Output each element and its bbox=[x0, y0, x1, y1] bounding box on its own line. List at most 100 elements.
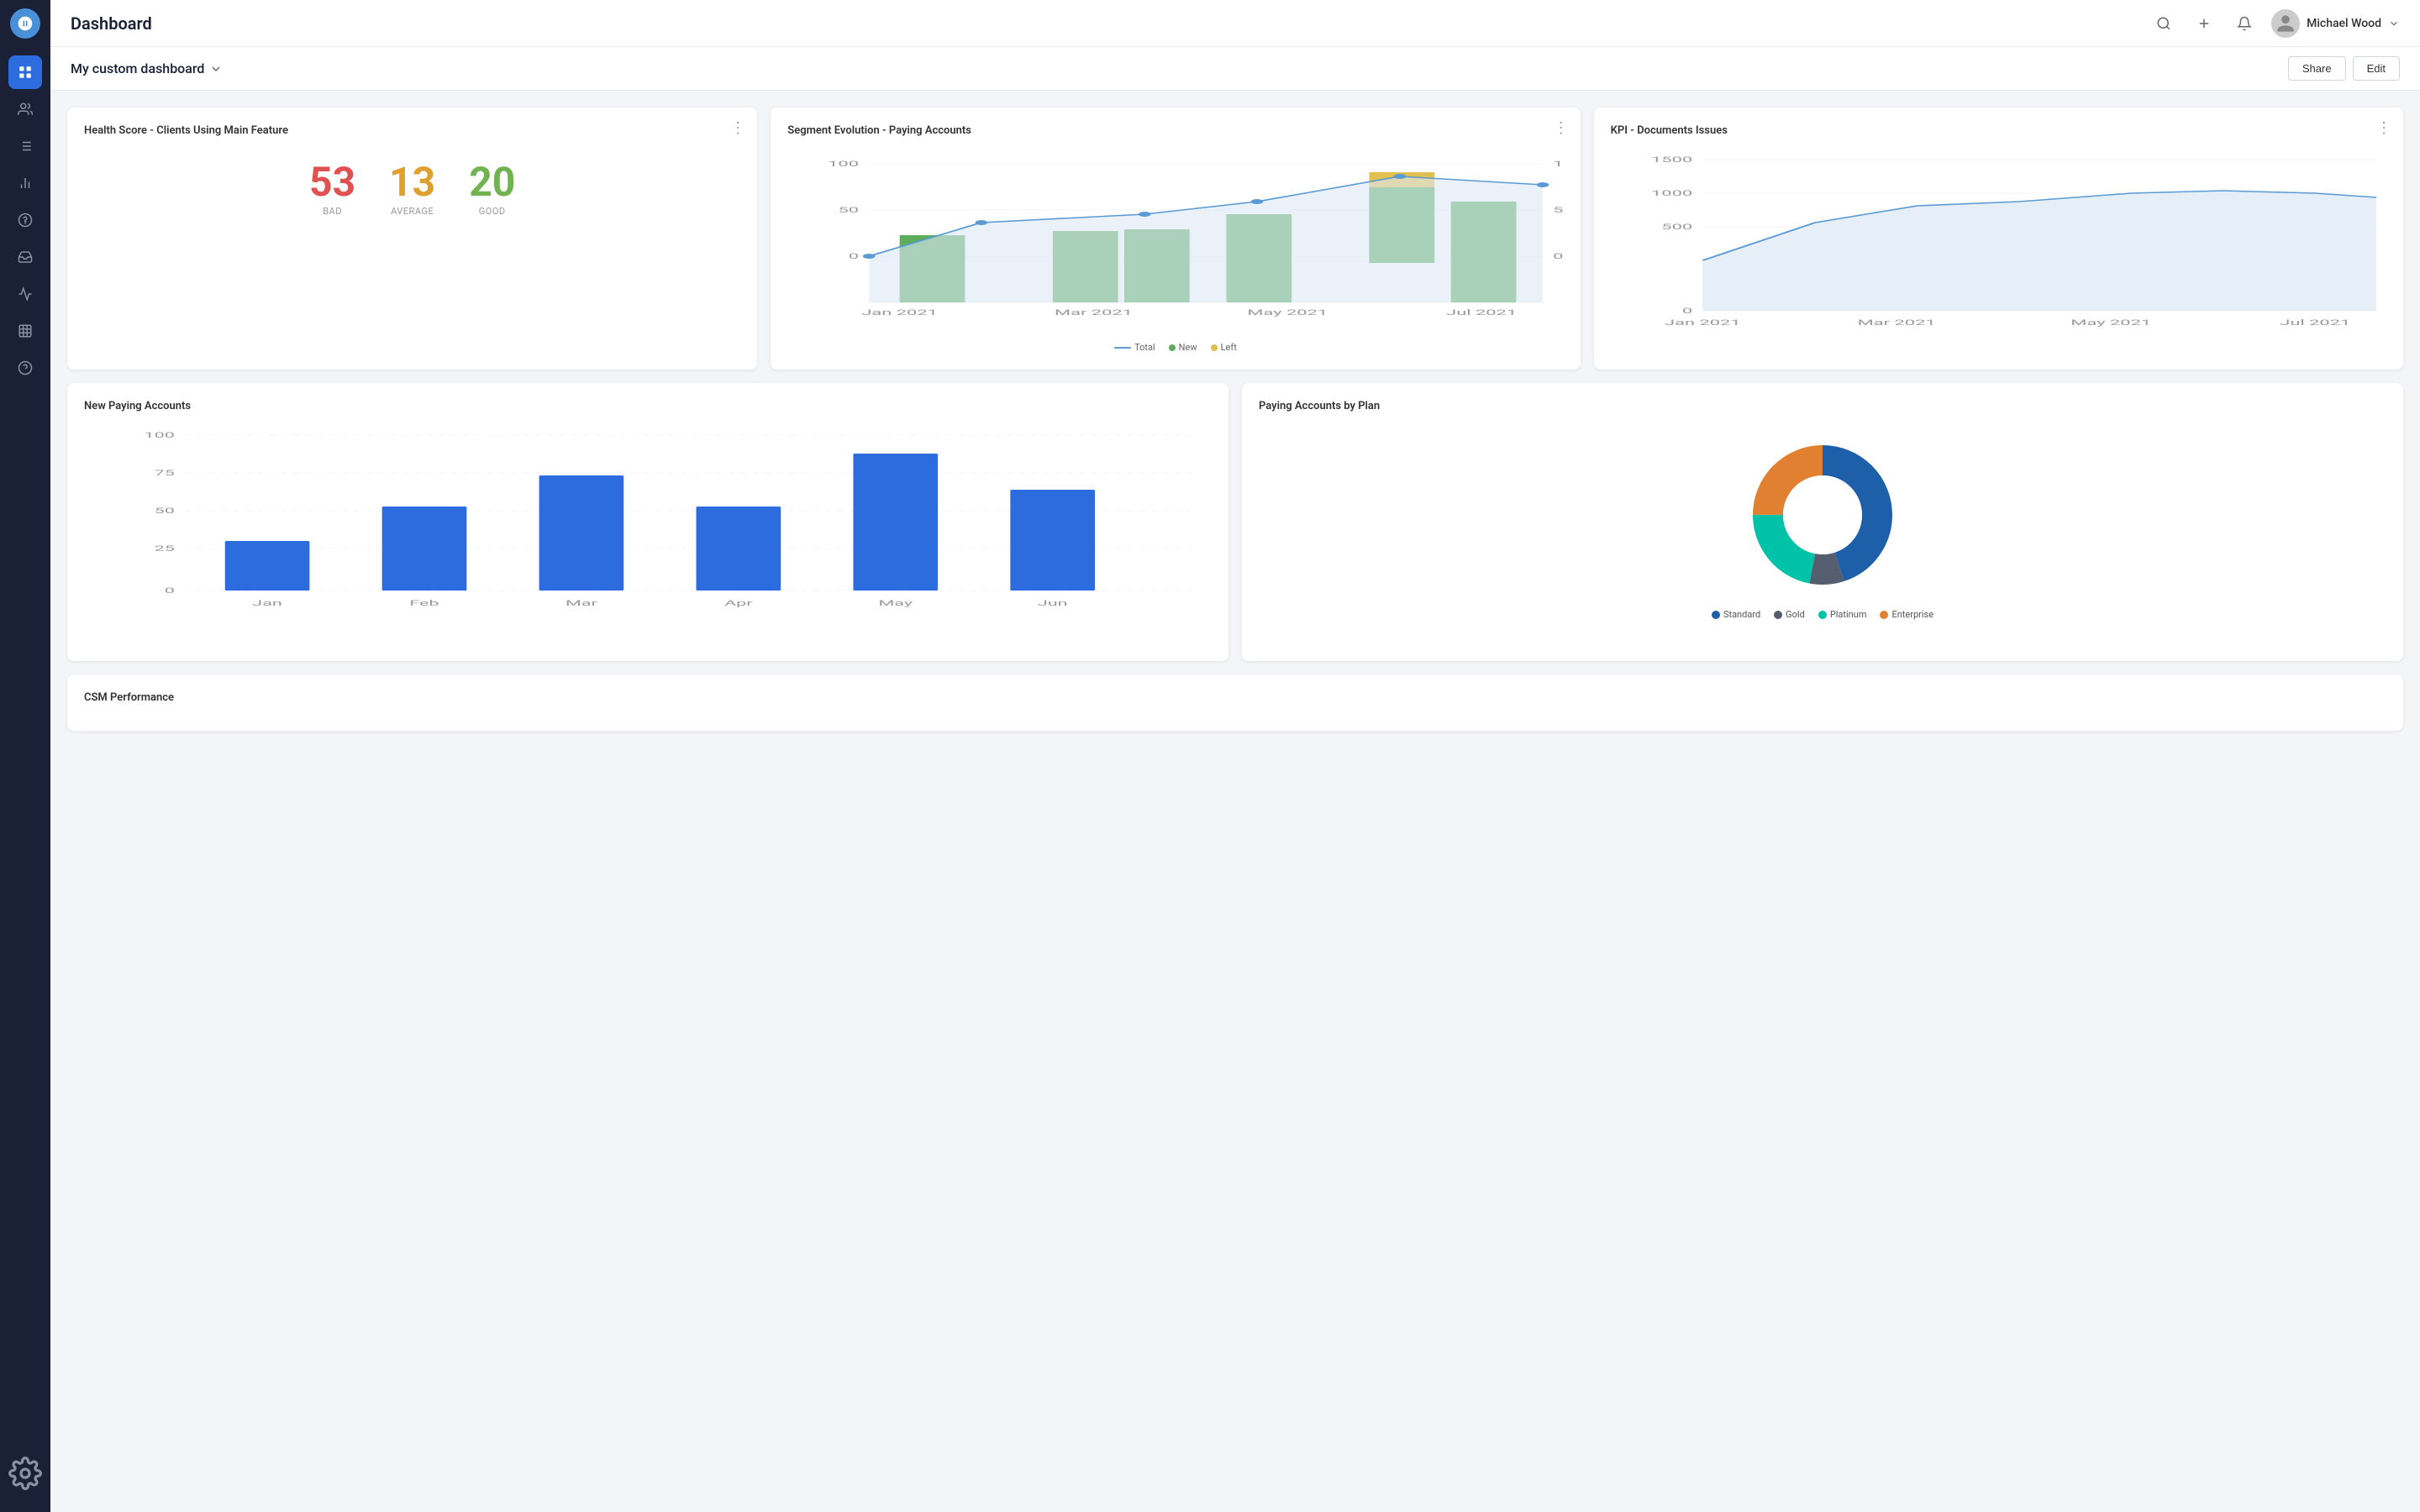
good-label: GOOD bbox=[469, 206, 515, 217]
add-button[interactable] bbox=[2191, 10, 2217, 37]
svg-text:1000: 1000 bbox=[1651, 189, 1692, 198]
svg-text:75: 75 bbox=[155, 469, 175, 477]
health-score-title: Health Score - Clients Using Main Featur… bbox=[84, 124, 740, 137]
svg-text:100: 100 bbox=[144, 431, 174, 439]
svg-text:0: 0 bbox=[165, 586, 175, 595]
segment-legend: Total New Left bbox=[787, 342, 1563, 353]
svg-text:500: 500 bbox=[1661, 223, 1692, 232]
main-container: Dashboard bbox=[50, 0, 2420, 1512]
good-metric: 20 GOOD bbox=[469, 162, 515, 217]
legend-platinum: Platinum bbox=[1818, 609, 1867, 620]
sidebar bbox=[0, 0, 50, 1512]
svg-text:50: 50 bbox=[155, 507, 175, 515]
average-value: 13 bbox=[389, 162, 435, 202]
kpi-title: KPI - Documents Issues bbox=[1611, 124, 2386, 137]
svg-text:Jan: Jan bbox=[252, 599, 282, 607]
sidebar-item-revenue[interactable] bbox=[8, 203, 42, 237]
csm-performance-card: CSM Performance bbox=[67, 675, 2403, 731]
kpi-chart: 1500 1000 500 0 Jan 2021 Mar 2021 May 20… bbox=[1611, 147, 2386, 344]
sidebar-bottom bbox=[8, 1457, 42, 1504]
kpi-menu[interactable]: ⋮ bbox=[2376, 121, 2391, 136]
dropdown-chevron-icon bbox=[209, 62, 223, 76]
content-area: Health Score - Clients Using Main Featur… bbox=[50, 91, 2420, 1512]
health-metrics: 53 BAD 13 AVERAGE 20 GOOD bbox=[84, 162, 740, 217]
legend-new: New bbox=[1169, 342, 1197, 353]
edit-button[interactable]: Edit bbox=[2353, 56, 2400, 81]
notifications-button[interactable] bbox=[2231, 10, 2258, 37]
svg-text:Feb: Feb bbox=[409, 599, 439, 607]
svg-text:50: 50 bbox=[1553, 206, 1563, 215]
kpi-documents-card: KPI - Documents Issues ⋮ 1500 1000 500 0 bbox=[1594, 108, 2403, 370]
svg-text:0: 0 bbox=[849, 252, 859, 261]
health-score-card: Health Score - Clients Using Main Featur… bbox=[67, 108, 757, 370]
bell-icon bbox=[2237, 16, 2252, 31]
health-score-menu[interactable]: ⋮ bbox=[730, 121, 745, 136]
svg-text:Mar 2021: Mar 2021 bbox=[1857, 318, 1935, 328]
svg-text:100: 100 bbox=[828, 160, 859, 169]
sidebar-item-customers[interactable] bbox=[8, 92, 42, 126]
svg-text:100: 100 bbox=[1553, 160, 1563, 169]
svg-text:25: 25 bbox=[155, 544, 175, 553]
new-paying-chart: 100 75 50 25 0 bbox=[84, 423, 1212, 641]
dashboard-selector[interactable]: My custom dashboard bbox=[71, 60, 223, 76]
paying-plan-title: Paying Accounts by Plan bbox=[1259, 400, 2386, 412]
sidebar-item-inbox[interactable] bbox=[8, 240, 42, 274]
segment-evolution-title: Segment Evolution - Paying Accounts bbox=[787, 124, 1563, 137]
logo-icon bbox=[17, 15, 34, 32]
dollar-icon bbox=[18, 213, 33, 228]
average-metric: 13 AVERAGE bbox=[389, 162, 435, 217]
new-paying-accounts-card: New Paying Accounts 100 75 50 25 0 bbox=[67, 383, 1228, 661]
sidebar-item-help[interactable] bbox=[8, 351, 42, 385]
top-header: Dashboard bbox=[50, 0, 2420, 47]
legend-standard: Standard bbox=[1712, 609, 1760, 620]
svg-text:Apr: Apr bbox=[724, 599, 753, 607]
sidebar-item-table[interactable] bbox=[8, 314, 42, 348]
svg-text:Jan 2021: Jan 2021 bbox=[862, 308, 939, 318]
svg-text:Mar: Mar bbox=[566, 599, 597, 607]
good-value: 20 bbox=[469, 162, 515, 202]
csm-title: CSM Performance bbox=[84, 691, 2386, 704]
dashboard-name-label: My custom dashboard bbox=[71, 60, 204, 76]
svg-text:Mar 2021: Mar 2021 bbox=[1055, 308, 1133, 318]
svg-text:0: 0 bbox=[1682, 307, 1692, 316]
user-name-label: Michael Wood bbox=[2307, 17, 2381, 30]
sidebar-item-list[interactable] bbox=[8, 129, 42, 163]
avatar-icon bbox=[2275, 13, 2296, 34]
avatar bbox=[2271, 9, 2300, 38]
legend-gold: Gold bbox=[1774, 609, 1805, 620]
svg-text:Jul 2021: Jul 2021 bbox=[1446, 308, 1517, 318]
share-button[interactable]: Share bbox=[2288, 56, 2346, 81]
segment-menu[interactable]: ⋮ bbox=[1554, 121, 1569, 136]
header-actions: Michael Wood bbox=[2150, 9, 2400, 38]
user-menu[interactable]: Michael Wood bbox=[2271, 9, 2400, 38]
legend-left: Left bbox=[1211, 342, 1237, 353]
top-cards-row: Health Score - Clients Using Main Featur… bbox=[67, 108, 2403, 370]
paying-accounts-plan-card: Paying Accounts by Plan bbox=[1242, 383, 2403, 661]
donut-legend: Standard Gold Platinum Enterprise bbox=[1712, 609, 1933, 620]
segment-evolution-card: Segment Evolution - Paying Accounts ⋮ 10… bbox=[771, 108, 1580, 370]
legend-total: Total bbox=[1114, 342, 1155, 353]
sidebar-item-settings[interactable] bbox=[8, 1457, 42, 1490]
svg-text:Jun: Jun bbox=[1038, 599, 1068, 607]
list-icon bbox=[18, 139, 33, 154]
average-label: AVERAGE bbox=[389, 206, 435, 217]
bar-chart-icon bbox=[18, 176, 33, 191]
new-paying-title: New Paying Accounts bbox=[84, 400, 1212, 412]
donut-chart bbox=[1739, 431, 1907, 599]
segment-chart: 100 50 0 100 50 0 bbox=[787, 147, 1563, 332]
sidebar-item-health[interactable] bbox=[8, 277, 42, 311]
sidebar-nav bbox=[0, 55, 50, 1457]
app-logo[interactable] bbox=[10, 8, 40, 39]
sidebar-item-dashboard[interactable] bbox=[8, 55, 42, 89]
plus-icon bbox=[2196, 16, 2212, 31]
bad-label: BAD bbox=[309, 206, 355, 217]
settings-icon bbox=[8, 1457, 42, 1490]
sidebar-item-reports[interactable] bbox=[8, 166, 42, 200]
legend-enterprise: Enterprise bbox=[1880, 609, 1933, 620]
page-title: Dashboard bbox=[71, 13, 2150, 34]
svg-text:May: May bbox=[878, 599, 913, 607]
chevron-down-icon bbox=[2388, 18, 2400, 29]
inbox-icon bbox=[18, 249, 33, 265]
search-button[interactable] bbox=[2150, 10, 2177, 37]
users-icon bbox=[18, 102, 33, 117]
